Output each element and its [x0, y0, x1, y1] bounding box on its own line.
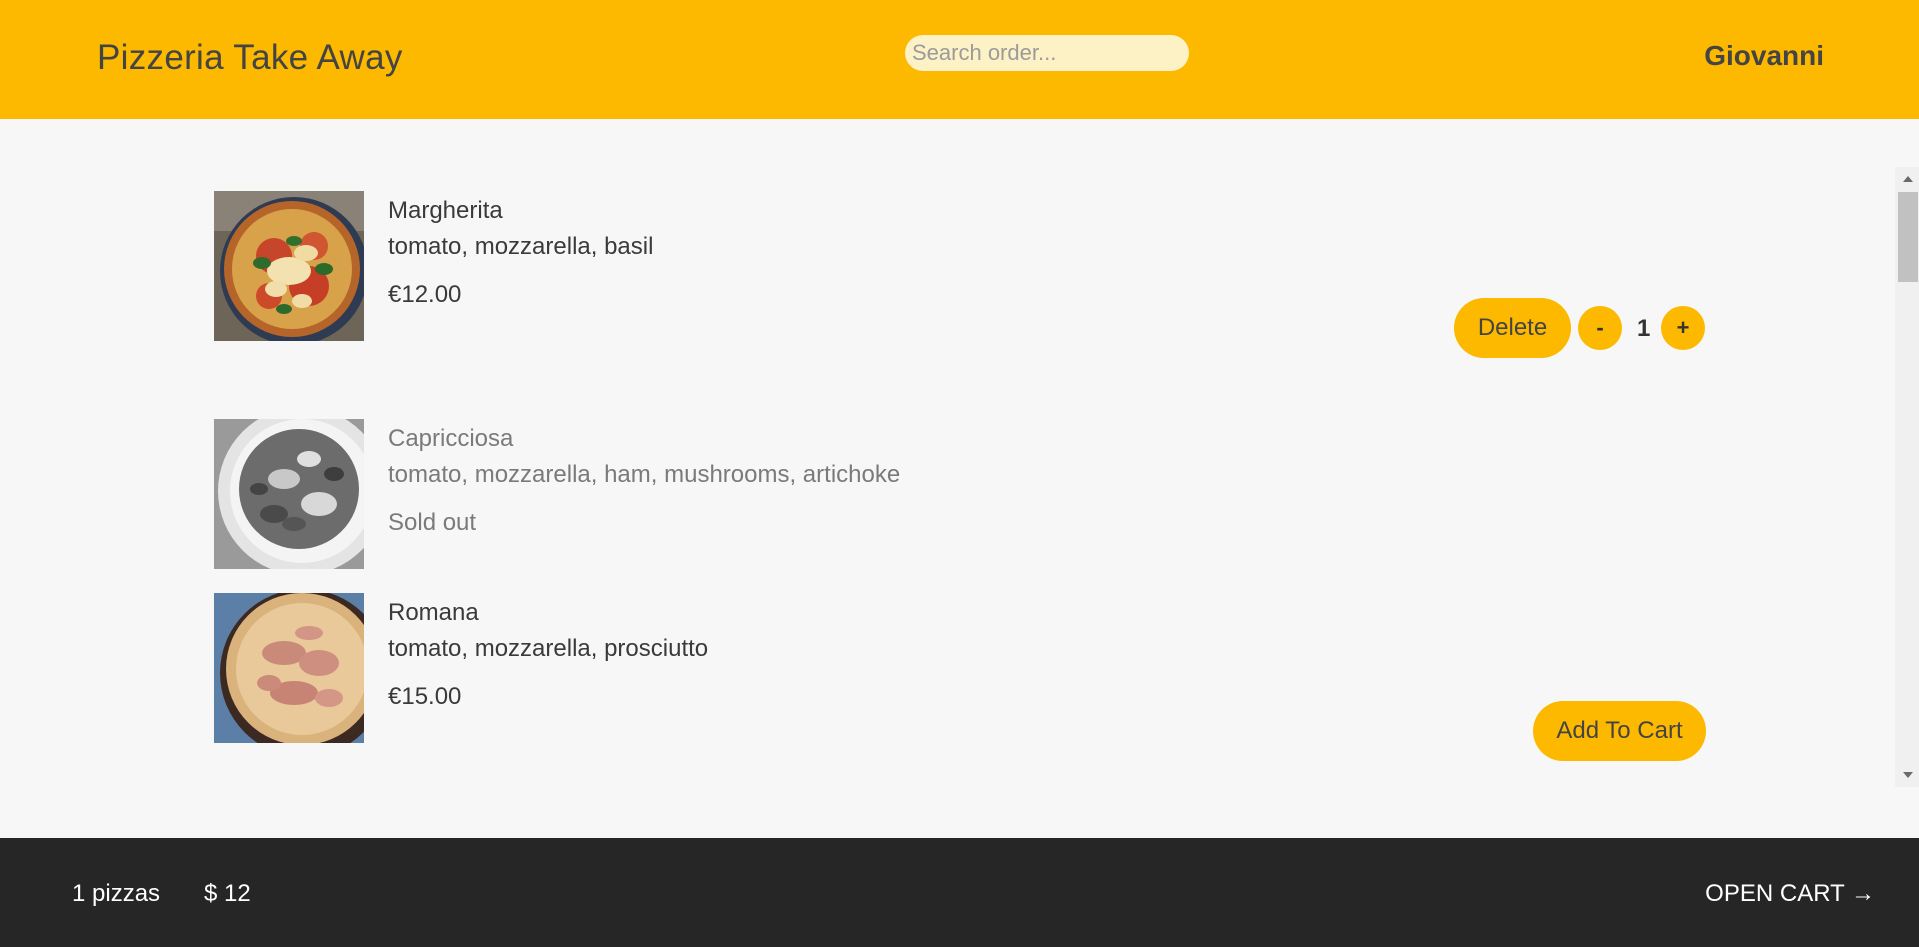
- pizza-name: Margherita: [388, 197, 503, 224]
- add-to-cart-button[interactable]: Add To Cart: [1533, 701, 1706, 761]
- list-item: Capricciosa tomato, mozzarella, ham, mus…: [214, 419, 1706, 569]
- increase-quantity-button[interactable]: +: [1661, 306, 1705, 350]
- pizza-info: Margherita tomato, mozzarella, basil €12…: [388, 191, 653, 310]
- pizza-ingredients: tomato, mozzarella, prosciutto: [388, 635, 709, 662]
- sold-out-label: Sold out: [388, 509, 477, 536]
- pizza-price: €12.00: [388, 281, 462, 308]
- menu-scrollbar[interactable]: [1895, 167, 1919, 787]
- delete-button[interactable]: Delete: [1454, 298, 1571, 358]
- cart-summary-bar: 1 pizzas $ 12 OPEN CART →: [0, 838, 1919, 947]
- pizza-name: Romana: [388, 599, 479, 626]
- decrease-quantity-button[interactable]: -: [1578, 306, 1622, 350]
- pizza-name: Capricciosa: [388, 425, 514, 452]
- pizza-image-margherita: [214, 191, 364, 341]
- list-item: Romana tomato, mozzarella, prosciutto €1…: [214, 593, 1706, 761]
- pizza-info: Capricciosa tomato, mozzarella, ham, mus…: [388, 419, 900, 538]
- scroll-up-arrow-icon[interactable]: [1903, 176, 1913, 182]
- cart-total: $ 12: [204, 880, 251, 907]
- open-cart-link[interactable]: OPEN CART →: [1705, 880, 1875, 908]
- pizza-image-romana: [214, 593, 364, 743]
- pizza-ingredients: tomato, mozzarella, basil: [388, 233, 654, 260]
- username: Giovanni: [1704, 40, 1824, 71]
- pizza-menu: Margherita tomato, mozzarella, basil €12…: [0, 119, 1919, 838]
- app-header: Pizzeria Take Away Giovanni: [0, 0, 1919, 119]
- cart-pizza-count: 1 pizzas: [72, 880, 161, 907]
- search-input[interactable]: [905, 35, 1189, 71]
- pizza-info: Romana tomato, mozzarella, prosciutto €1…: [388, 593, 708, 712]
- quantity-value: 1: [1637, 315, 1651, 342]
- pizza-image-capricciosa: [214, 419, 364, 569]
- scroll-down-arrow-icon[interactable]: [1903, 772, 1913, 778]
- scrollbar-thumb[interactable]: [1898, 192, 1918, 282]
- list-item: Margherita tomato, mozzarella, basil €12…: [214, 191, 1706, 358]
- pizza-ingredients: tomato, mozzarella, ham, mushrooms, arti…: [388, 461, 901, 488]
- pizza-price: €15.00: [388, 683, 462, 710]
- brand-title[interactable]: Pizzeria Take Away: [97, 38, 403, 78]
